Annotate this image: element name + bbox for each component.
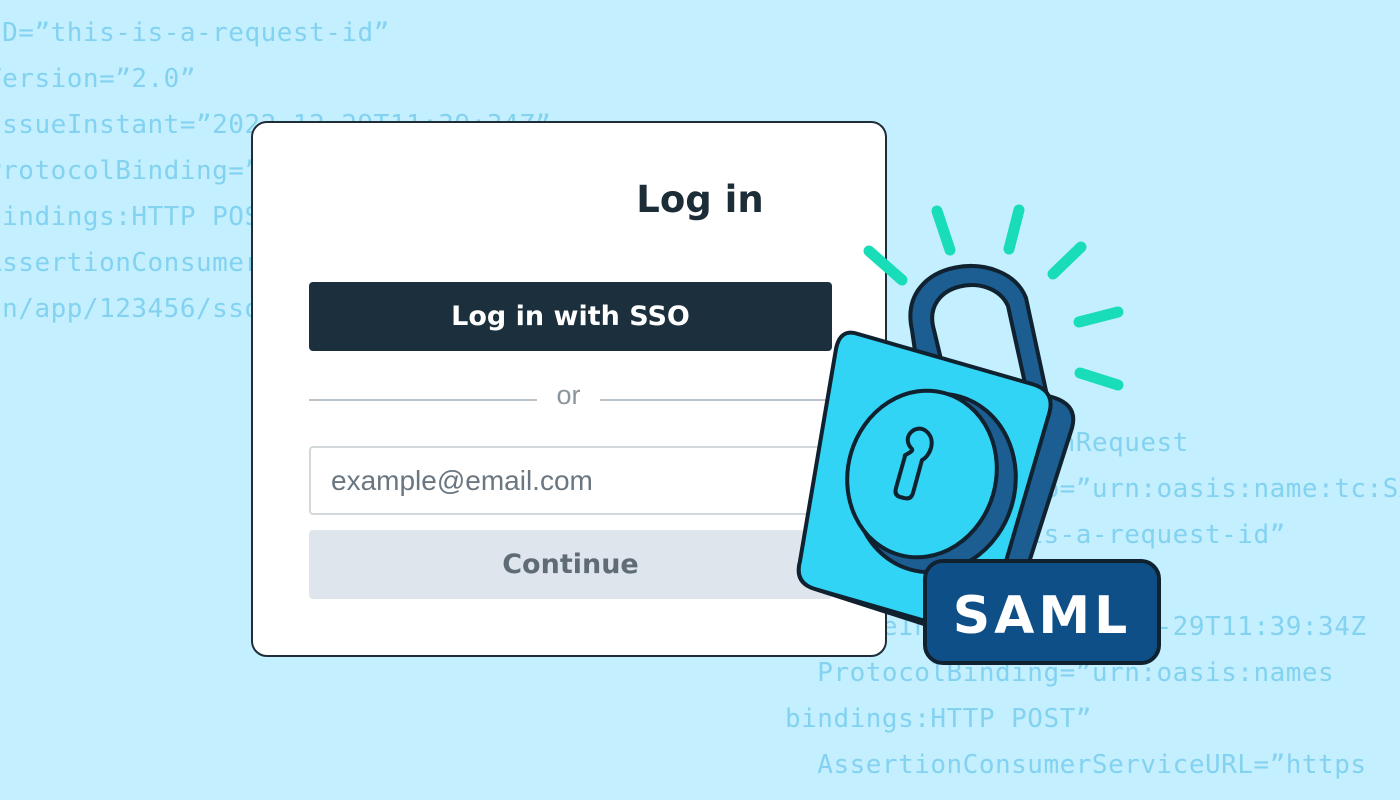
saml-badge: SAML <box>923 559 1161 665</box>
padlock-illustration: SAML <box>796 204 1161 665</box>
saml-badge-label: SAML <box>953 586 1132 646</box>
